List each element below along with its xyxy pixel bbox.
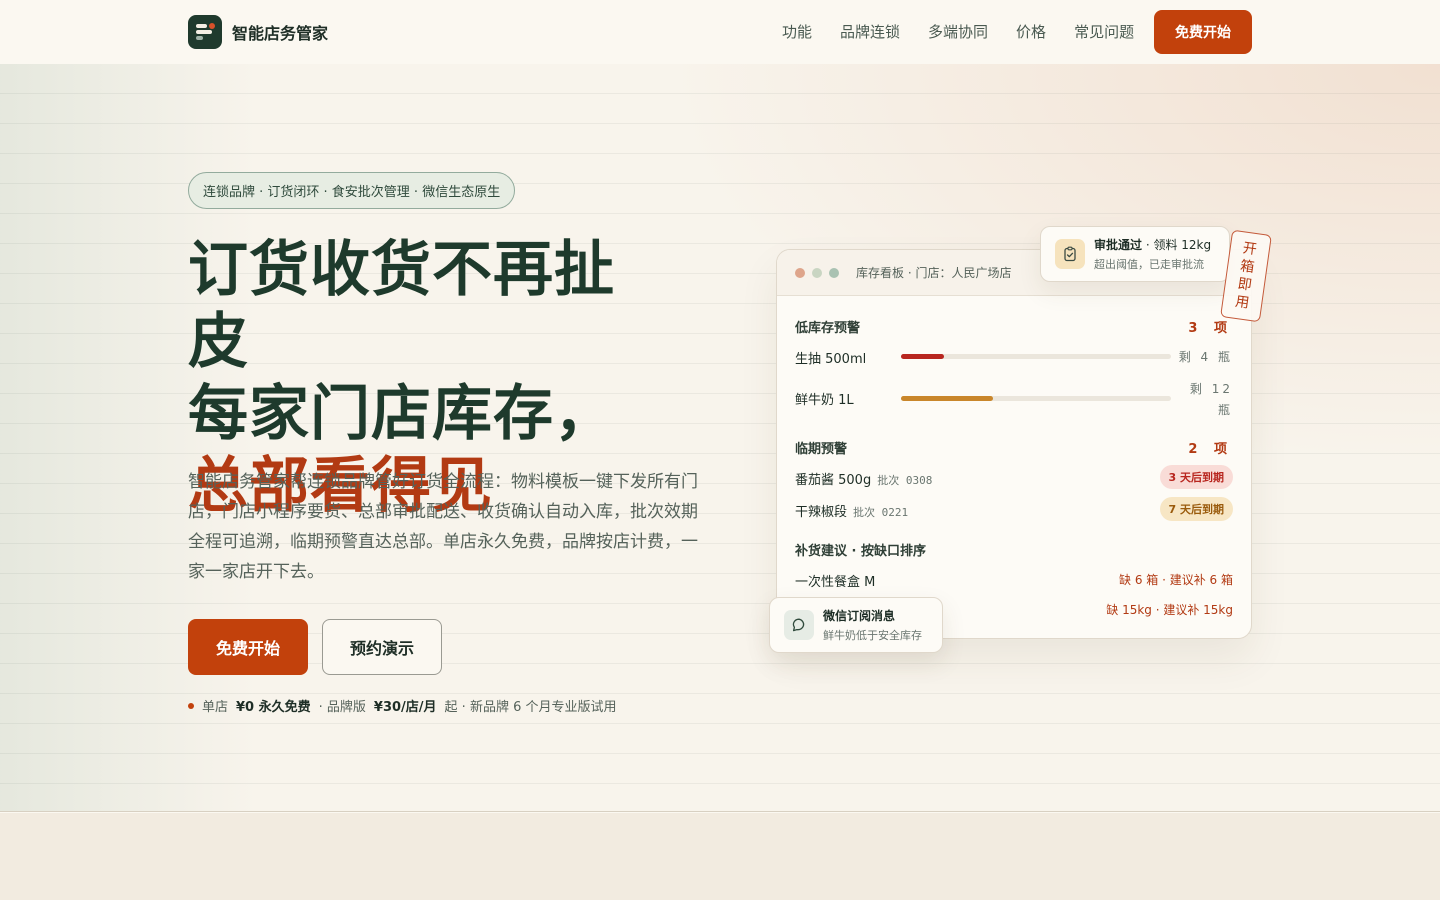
nav-link-faq[interactable]: 常见问题	[1074, 21, 1134, 42]
restock-item-label: 一次性餐盒 M	[795, 575, 876, 590]
wechat-notification-toast: 微信订阅消息 鲜牛奶低于安全库存	[769, 597, 943, 653]
stock-item-label: 生抽 500ml	[795, 352, 867, 367]
headline-line-2: 每家门店库存，	[188, 379, 615, 449]
approval-status: 审批通过	[1094, 238, 1143, 252]
expiry-item-name: 番茄酱 500g	[795, 473, 872, 488]
wechat-title: 微信订阅消息	[823, 609, 896, 623]
pricing-single: 单店	[202, 700, 229, 715]
nav-link-multi-device[interactable]: 多端协同	[928, 21, 988, 42]
approval-detail: · 领料 12kg	[1142, 238, 1212, 252]
batch-label: 批次 0221	[853, 506, 909, 519]
top-nav: 智能店务管家 功能 品牌连锁 多端协同 价格 常见问题 免费开始	[0, 0, 1440, 64]
window-dot-icon	[829, 267, 839, 278]
stock-remain: 剩 4 瓶	[1178, 350, 1233, 364]
next-section	[0, 813, 1440, 900]
wechat-sub: 鲜牛奶低于安全库存	[823, 629, 922, 642]
expiry-item-name: 干辣椒段	[795, 505, 848, 520]
chat-bubble-icon	[784, 610, 814, 640]
approval-sub: 超出阈值，已走审批流	[1094, 258, 1204, 271]
headline-line-1: 订货收货不再扯皮	[188, 235, 615, 377]
approval-toast: 审批通过 · 领料 12kg 超出阈值，已走审批流	[1040, 226, 1230, 282]
logo-icon	[188, 15, 222, 49]
expiry-badge: 7 天后到期	[1159, 497, 1233, 521]
brand-name: 智能店务管家	[232, 24, 329, 43]
pricing-price: ¥30/店/月	[373, 700, 437, 715]
expiry-count: 2 项	[1188, 442, 1233, 457]
restock-suggestion: 缺 6 箱 · 建议补 6 箱	[1119, 573, 1233, 587]
dashboard-title: 库存看板 · 门店：人民广场店	[856, 266, 1012, 280]
feature-pill: 连锁品牌 · 订货闭环 · 食安批次管理 · 微信生态原生	[188, 172, 516, 209]
stock-level-bar	[901, 354, 1171, 359]
hero-description: 智能店务管家帮连锁品牌管好订货全流程：物料模板一键下发所有门店，门店小程序要货、…	[188, 472, 698, 582]
clipboard-check-icon	[1055, 239, 1085, 269]
window-dot-icon	[795, 267, 805, 278]
pricing-trial: 起 · 新品牌 6 个月专业版试用	[444, 700, 617, 715]
pricing-note: 单店 ¥0 永久免费 · 品牌版 ¥30/店/月 起 · 新品牌 6 个月专业版…	[188, 696, 616, 715]
expiry-title: 临期预警	[795, 442, 848, 457]
stock-remain: 剩 12 瓶	[1190, 379, 1233, 421]
pricing-free: ¥0 永久免费	[236, 700, 311, 715]
nav-link-chain[interactable]: 品牌连锁	[840, 21, 900, 42]
stock-remain-line1: 剩 12	[1189, 382, 1233, 396]
low-stock-count: 3 项	[1188, 321, 1233, 336]
start-free-button[interactable]: 免费开始	[188, 619, 308, 675]
stock-item-label: 鲜牛奶 1L	[795, 393, 854, 408]
window-dot-icon	[812, 267, 822, 278]
book-demo-button[interactable]: 预约演示	[322, 619, 442, 675]
expiry-item: 番茄酱 500g 批次 0308	[795, 469, 932, 488]
nav-link-features[interactable]: 功能	[782, 21, 812, 42]
inventory-dashboard-card: 库存看板 · 门店：人民广场店 低库存预警 3 项 生抽 500ml 剩 4 瓶…	[776, 249, 1252, 639]
nav-start-free-button[interactable]: 免费开始	[1154, 10, 1252, 54]
pricing-brand: · 品牌版	[318, 700, 366, 715]
stock-level-bar	[901, 396, 1171, 401]
expiry-item: 干辣椒段 批次 0221	[795, 501, 908, 520]
nav-link-pricing[interactable]: 价格	[1016, 21, 1046, 42]
brand-logo[interactable]: 智能店务管家	[188, 15, 328, 49]
stock-remain-line2: 瓶	[1217, 403, 1233, 417]
expiry-badge: 3 天后到期	[1159, 465, 1233, 489]
stock-level-fill	[901, 354, 945, 359]
batch-label: 批次 0308	[877, 474, 933, 487]
stock-level-fill	[901, 396, 993, 401]
nav-links: 功能 品牌连锁 多端协同 价格 常见问题	[782, 21, 1162, 42]
low-stock-title: 低库存预警	[795, 321, 861, 336]
restock-suggestion: 缺 15kg · 建议补 15kg	[1106, 603, 1233, 617]
bullet-icon	[188, 702, 194, 709]
restock-title: 补货建议 · 按缺口排序	[795, 544, 926, 559]
